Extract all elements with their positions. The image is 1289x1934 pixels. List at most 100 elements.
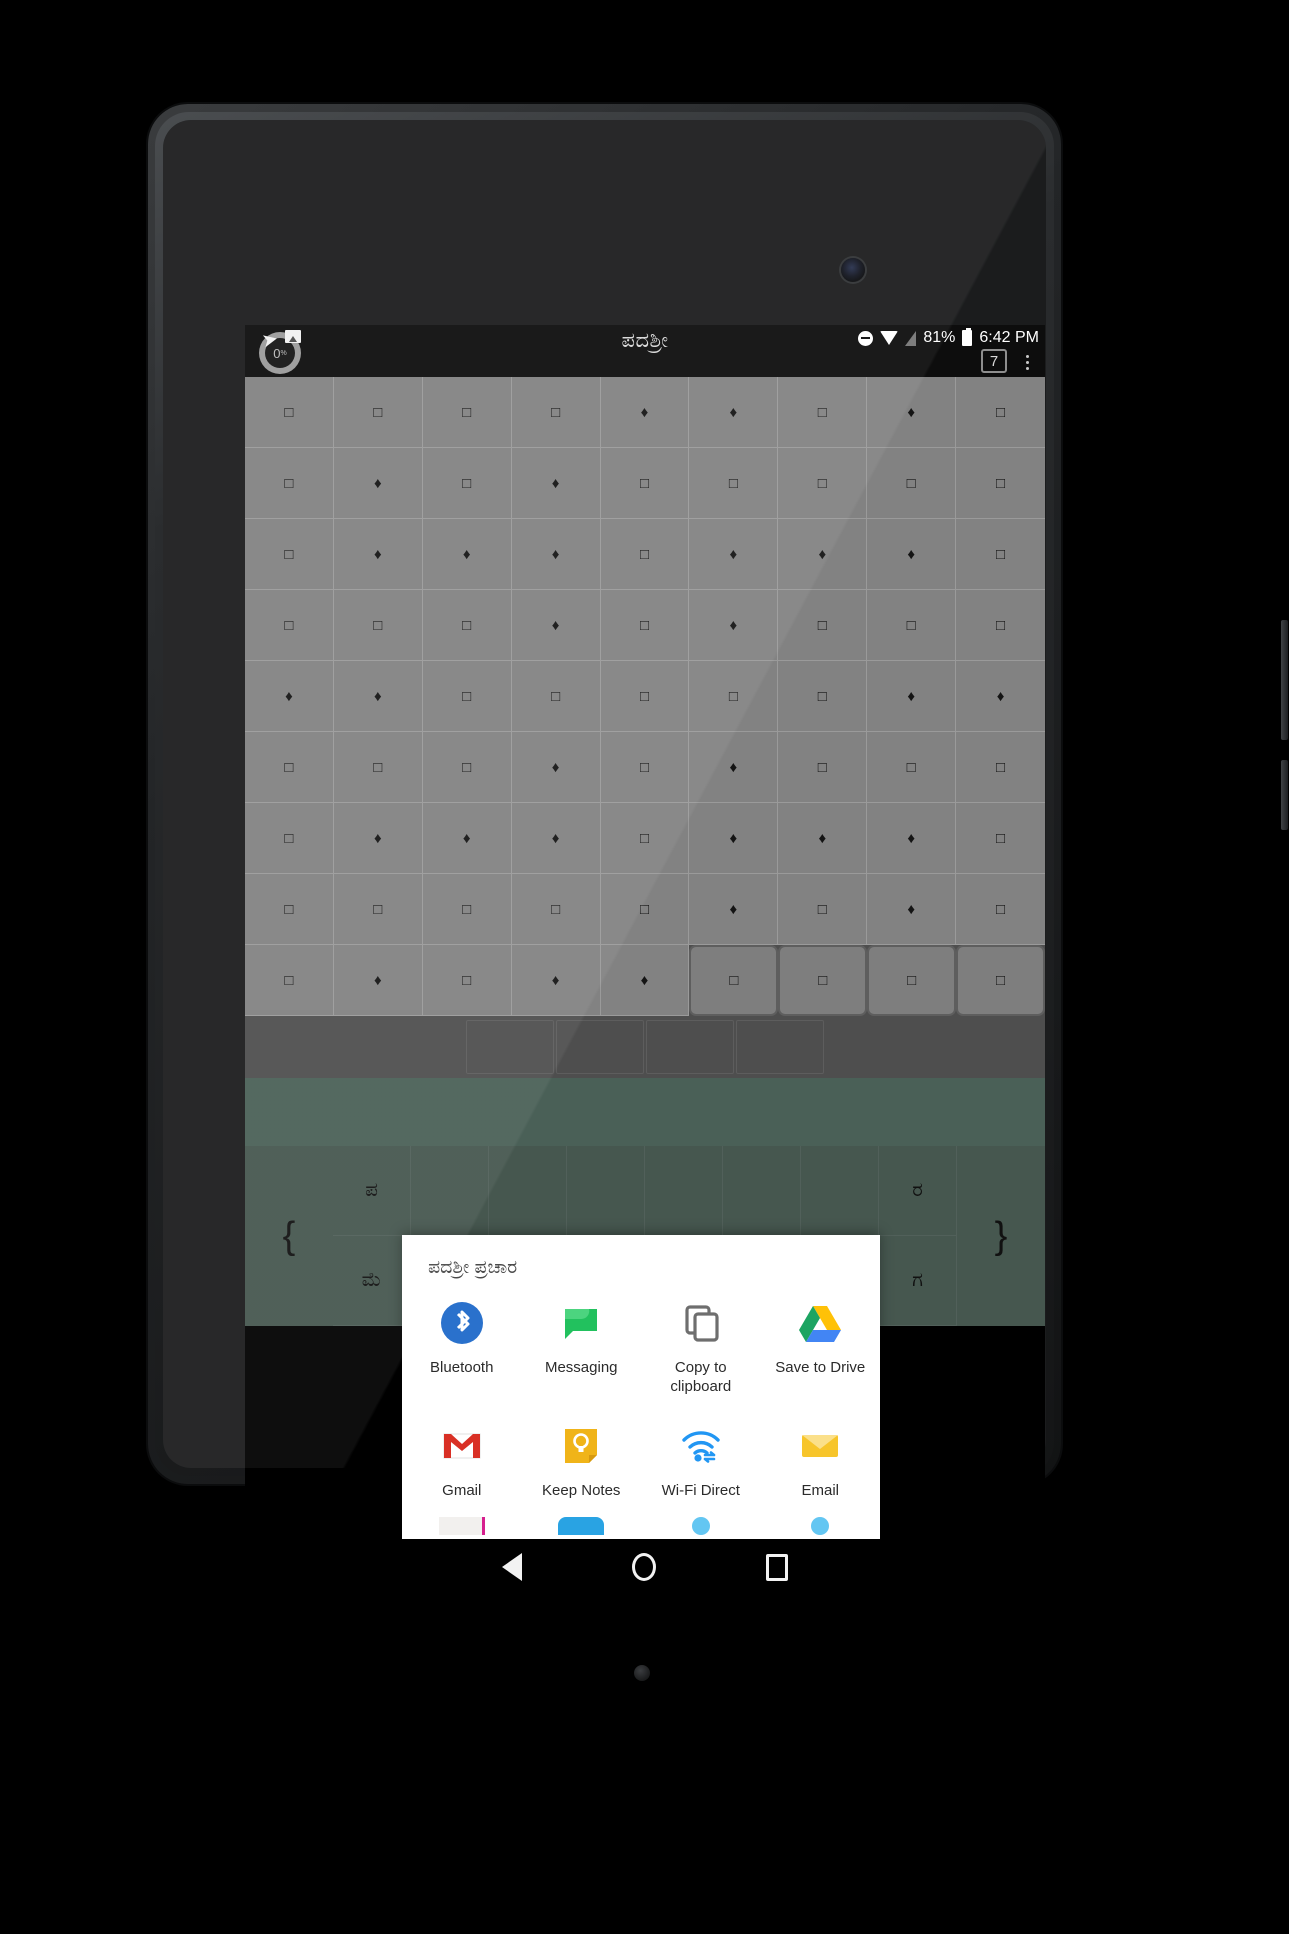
keyboard-key[interactable]: ಗ — [879, 1236, 957, 1326]
share-target[interactable]: Keep Notes — [522, 1412, 642, 1517]
grid-cell[interactable]: ♦ — [600, 945, 690, 1016]
keyboard-key[interactable] — [567, 1146, 645, 1236]
grid-cell[interactable]: □ — [778, 945, 868, 1016]
grid-cell[interactable]: ♦ — [867, 661, 957, 732]
grid-cell[interactable]: □ — [956, 448, 1045, 519]
grid-cell[interactable]: □ — [245, 448, 334, 519]
grid-cell[interactable]: □ — [600, 803, 690, 874]
share-target[interactable]: Email — [761, 1412, 881, 1517]
grid-cell[interactable]: □ — [333, 874, 423, 945]
grid-cell[interactable]: □ — [422, 874, 512, 945]
grid-cell[interactable]: □ — [333, 590, 423, 661]
grid-cell[interactable]: □ — [245, 732, 334, 803]
grid-cell[interactable]: □ — [778, 377, 868, 448]
grid-cell[interactable]: □ — [422, 377, 512, 448]
grid-cell[interactable]: ♦ — [511, 590, 601, 661]
share-target[interactable]: Save to Drive — [761, 1289, 881, 1413]
suggestion-strip[interactable] — [245, 1016, 1045, 1078]
grid-cell[interactable]: ♦ — [689, 803, 779, 874]
key-right-brace[interactable]: } — [957, 1146, 1045, 1326]
grid-cell[interactable]: ♦ — [867, 803, 957, 874]
grid-cell[interactable]: □ — [600, 874, 690, 945]
keyboard-key[interactable] — [411, 1146, 489, 1236]
grid-cell[interactable]: ♦ — [333, 519, 423, 590]
share-target[interactable]: Wi-Fi Direct — [641, 1412, 761, 1517]
share-target[interactable]: Gmail — [402, 1412, 522, 1517]
grid-cell[interactable]: □ — [689, 661, 779, 732]
grid-cell[interactable]: □ — [511, 377, 601, 448]
tab-count-button[interactable]: 7 — [981, 349, 1007, 373]
grid-cell[interactable]: □ — [956, 519, 1045, 590]
suggestion-slot[interactable] — [736, 1020, 824, 1074]
navigation-bar[interactable] — [245, 1539, 1045, 1595]
grid-cell[interactable]: □ — [778, 448, 868, 519]
grid-cell[interactable]: □ — [600, 519, 690, 590]
grid-cell[interactable]: □ — [245, 803, 334, 874]
grid-cell[interactable]: ♦ — [245, 661, 334, 732]
back-icon[interactable] — [502, 1553, 522, 1581]
suggestion-slot[interactable] — [556, 1020, 644, 1074]
grid-cell[interactable]: ♦ — [511, 945, 601, 1016]
grid-cell[interactable]: □ — [245, 519, 334, 590]
share-target-partial[interactable] — [641, 1517, 761, 1539]
grid-cell[interactable]: ♦ — [689, 519, 779, 590]
grid-cell[interactable]: □ — [956, 590, 1045, 661]
grid-cell[interactable]: ♦ — [511, 803, 601, 874]
share-target[interactable]: Copy to clipboard — [641, 1289, 761, 1413]
keyboard-key[interactable] — [723, 1146, 801, 1236]
grid-cell[interactable]: □ — [422, 448, 512, 519]
grid-cell[interactable]: □ — [689, 945, 779, 1016]
recents-icon[interactable] — [766, 1553, 788, 1581]
grid-cell[interactable]: ♦ — [511, 732, 601, 803]
grid-cell[interactable]: ♦ — [867, 519, 957, 590]
grid-cell[interactable]: ♦ — [689, 590, 779, 661]
grid-cell[interactable]: □ — [956, 732, 1045, 803]
grid-cell[interactable]: ♦ — [867, 377, 957, 448]
overflow-menu-icon[interactable] — [1017, 349, 1037, 375]
suggestion-slot[interactable] — [646, 1020, 734, 1074]
share-target-partial[interactable] — [402, 1517, 522, 1539]
grid-cell[interactable]: □ — [956, 803, 1045, 874]
grid-cell[interactable]: □ — [245, 874, 334, 945]
grid-cell[interactable]: □ — [956, 377, 1045, 448]
grid-cell[interactable]: ♦ — [333, 945, 423, 1016]
grid-cell[interactable]: □ — [867, 945, 957, 1016]
grid-cell[interactable]: □ — [867, 448, 957, 519]
grid-cell[interactable]: □ — [778, 661, 868, 732]
grid-cell[interactable]: ♦ — [689, 732, 779, 803]
grid-cell[interactable]: □ — [511, 661, 601, 732]
grid-cell[interactable]: □ — [867, 590, 957, 661]
grid-cell[interactable]: □ — [600, 590, 690, 661]
grid-cell[interactable]: □ — [422, 732, 512, 803]
grid-cell[interactable]: □ — [956, 945, 1045, 1016]
keyboard-key[interactable]: ಪ — [333, 1146, 411, 1236]
grid-cell[interactable]: ♦ — [600, 377, 690, 448]
grid-cell[interactable]: □ — [778, 590, 868, 661]
keyboard-key[interactable] — [645, 1146, 723, 1236]
keyboard-key[interactable]: ರ — [879, 1146, 957, 1236]
grid-cell[interactable]: □ — [422, 661, 512, 732]
share-target[interactable]: Messaging — [522, 1289, 642, 1413]
grid-cell[interactable]: ♦ — [956, 661, 1045, 732]
grid-cell[interactable]: □ — [245, 377, 334, 448]
grid-cell[interactable]: □ — [333, 377, 423, 448]
grid-cell[interactable]: □ — [956, 874, 1045, 945]
keyboard-key[interactable] — [489, 1146, 567, 1236]
grid-cell[interactable]: □ — [333, 732, 423, 803]
share-target-row-partial[interactable] — [402, 1517, 880, 1539]
grid-cell[interactable]: □ — [778, 732, 868, 803]
grid-cell[interactable]: ♦ — [689, 874, 779, 945]
grid-cell[interactable]: □ — [600, 732, 690, 803]
grid-cell[interactable]: □ — [245, 945, 334, 1016]
grid-cell[interactable]: ♦ — [422, 803, 512, 874]
grid-cell[interactable]: ♦ — [333, 448, 423, 519]
grid-cell[interactable]: □ — [778, 874, 868, 945]
power-button[interactable] — [1281, 760, 1288, 830]
volume-button[interactable] — [1281, 620, 1288, 740]
home-icon[interactable] — [632, 1553, 656, 1581]
keyboard-key[interactable]: ಮೆ — [333, 1236, 411, 1326]
grid-cell[interactable]: ♦ — [867, 874, 957, 945]
grid-cell[interactable]: □ — [689, 448, 779, 519]
grid-cell[interactable]: ♦ — [778, 803, 868, 874]
grid-cell[interactable]: ♦ — [778, 519, 868, 590]
